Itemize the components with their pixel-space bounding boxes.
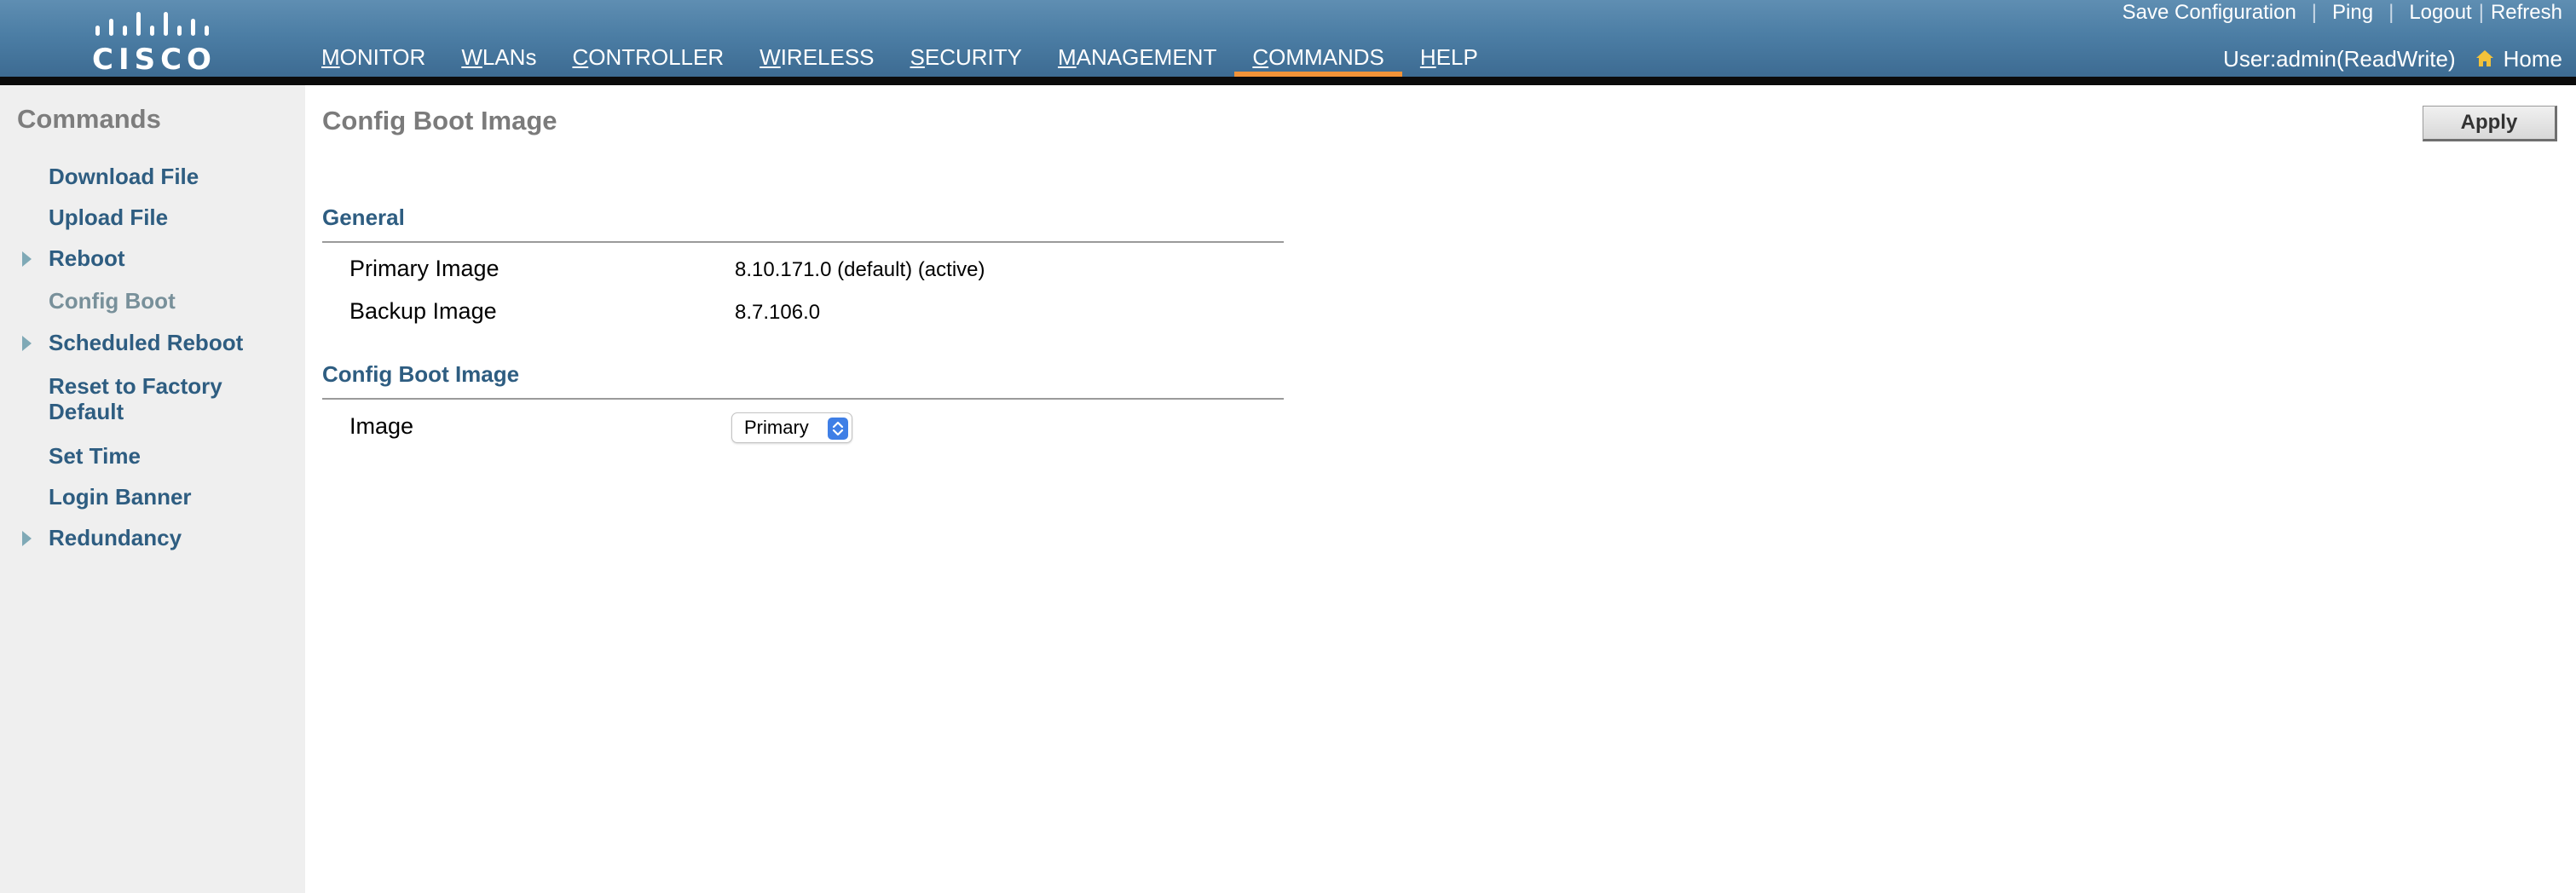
sidebar-item-label: Scheduled Reboot [49,330,244,355]
image-select[interactable]: Primary [731,412,852,443]
save-configuration-link[interactable]: Save Configuration [2123,1,2296,25]
sidebar-item-label: Config Boot [49,288,176,314]
nav-security[interactable]: SECURITY [892,41,1040,77]
refresh-link[interactable]: Refresh [2491,1,2562,25]
nav-help[interactable]: HELP [1402,41,1496,77]
link-separator: | [2478,1,2484,24]
sidebar-item-label: Download File [49,164,199,189]
cisco-logo-text: CISCO [92,43,217,77]
section-divider [322,241,1284,243]
sidebar: Commands Download File Upload File Reboo… [0,85,305,893]
ping-link[interactable]: Ping [2332,1,2373,25]
sidebar-item-reboot[interactable]: Reboot [0,245,125,271]
select-stepper-icon[interactable] [828,418,848,440]
sidebar-item-label: Set Time [49,443,141,469]
link-separator: | [2311,1,2318,24]
main-nav: MONITOR WLANs CONTROLLER WIRELESS SECURI… [303,41,1496,80]
sidebar-item-label: Login Banner [49,484,192,510]
sidebar-item-reset-factory-default[interactable]: Reset to Factory Default [0,373,273,424]
link-separator: | [2388,1,2394,24]
expand-arrow-icon[interactable] [22,251,32,267]
expand-arrow-icon[interactable] [22,531,32,546]
nav-commands[interactable]: COMMANDS [1234,41,1402,80]
sidebar-item-label: Reset to Factory Default [49,373,222,424]
nav-controller[interactable]: CONTROLLER [554,41,742,77]
image-label: Image [349,413,414,439]
cisco-bars-icon [95,12,209,36]
sidebar-item-redundancy[interactable]: Redundancy [0,525,182,550]
nav-wireless[interactable]: WIRELESS [742,41,892,77]
header-divider [0,77,2576,85]
home-icon[interactable] [2475,49,2495,69]
cisco-logo: CISCO [92,3,211,77]
apply-button[interactable]: Apply [2423,106,2557,141]
page-title: Config Boot Image [322,106,557,135]
sidebar-item-download-file[interactable]: Download File [0,164,199,189]
section-title-config-boot: Config Boot Image [322,361,520,387]
sidebar-item-label: Redundancy [49,525,182,550]
expand-arrow-icon[interactable] [22,336,32,351]
primary-image-value: 8.10.171.0 (default) (active) [735,258,985,281]
logout-link[interactable]: Logout [2409,1,2471,25]
sidebar-item-set-time[interactable]: Set Time [0,443,141,469]
sidebar-item-upload-file[interactable]: Upload File [0,205,168,230]
primary-image-label: Primary Image [349,256,500,281]
nav-monitor[interactable]: MONITOR [303,41,443,77]
section-title-general: General [322,205,405,230]
sidebar-item-scheduled-reboot[interactable]: Scheduled Reboot [0,330,243,355]
section-divider [322,398,1284,400]
user-bar: User:admin(ReadWrite) Home [2223,44,2562,73]
backup-image-label: Backup Image [349,298,497,324]
user-info: User:admin(ReadWrite) [2223,45,2456,72]
image-select-value: Primary [744,417,809,438]
sidebar-item-config-boot[interactable]: Config Boot [0,288,176,314]
nav-management[interactable]: MANAGEMENT [1040,41,1234,77]
sidebar-item-label: Upload File [49,205,169,230]
nav-wlans[interactable]: WLANs [443,41,554,77]
sidebar-item-login-banner[interactable]: Login Banner [0,484,192,510]
sidebar-title: Commands [17,104,161,134]
home-link[interactable]: Home [2504,46,2562,72]
backup-image-value: 8.7.106.0 [735,301,821,324]
top-header: CISCO MONITOR WLANs CONTROLLER WIRELESS … [0,0,2576,80]
sidebar-item-label: Reboot [49,245,125,271]
top-links: Save Configuration | Ping | Logout | Ref… [2123,0,2562,26]
